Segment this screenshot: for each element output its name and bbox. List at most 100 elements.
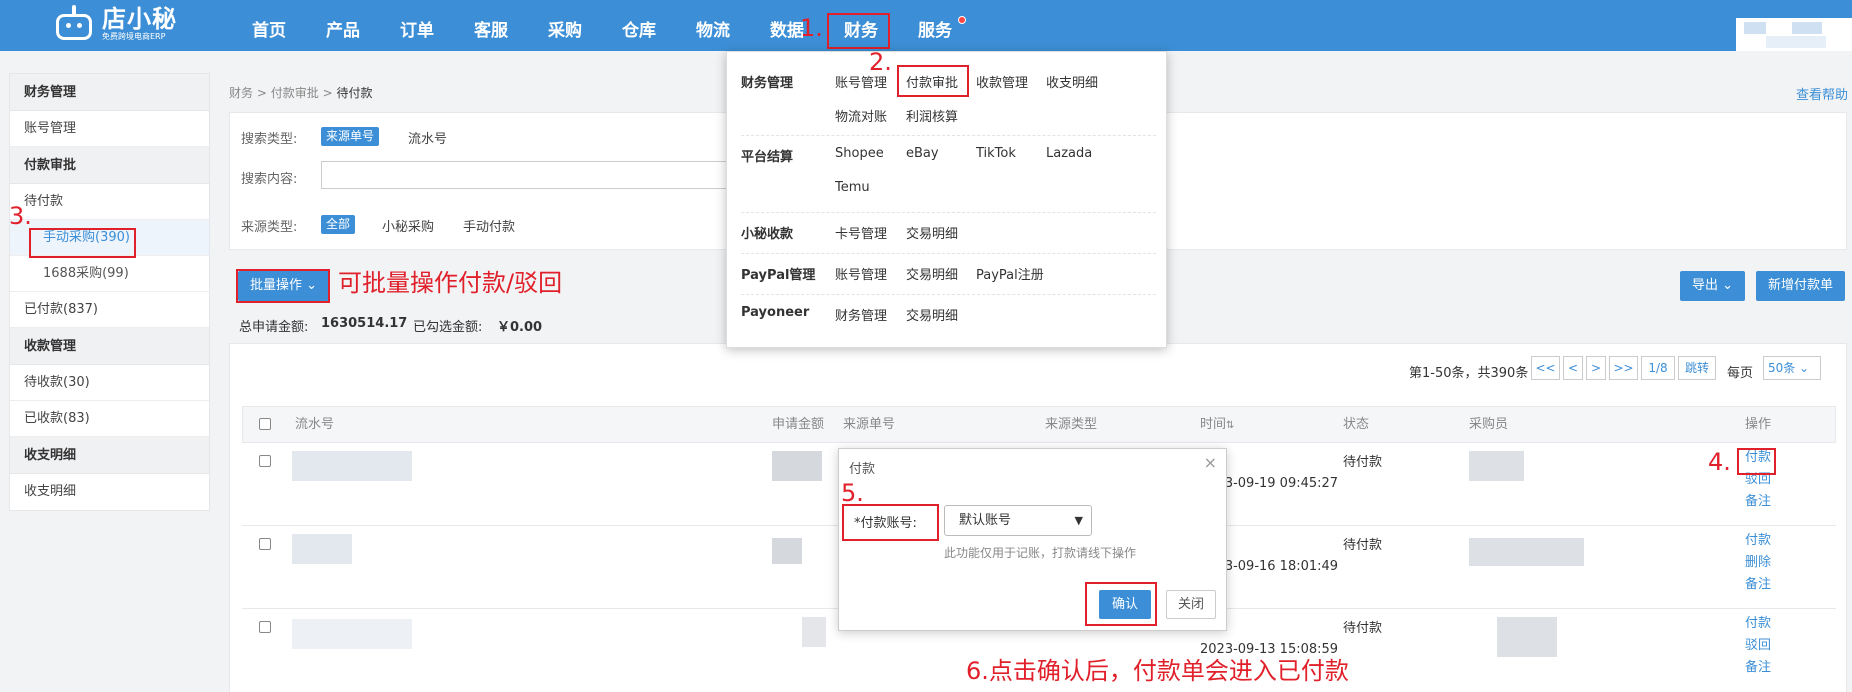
annotation-step4: 4. bbox=[1708, 448, 1731, 476]
sidebar-item-pending-receipt[interactable]: 待收款(30) bbox=[10, 365, 209, 401]
dialog-title: 付款 bbox=[849, 462, 876, 477]
sidebar-item-1688-purchase[interactable]: 1688采购(99) bbox=[10, 256, 209, 292]
sidebar-group-ledger: 收支明细 bbox=[10, 437, 209, 474]
payment-account-select[interactable]: 默认账号 ▼ bbox=[944, 505, 1092, 536]
pagination-info: 第1-50条，共390条 bbox=[1409, 366, 1529, 381]
sidebar-group-payment-approval: 付款审批 bbox=[10, 147, 209, 184]
user-account-area[interactable] bbox=[1736, 18, 1852, 51]
close-icon[interactable]: × bbox=[1204, 453, 1217, 472]
annotation-step5: 5. bbox=[841, 479, 864, 507]
top-navbar: 店小秘 免费跨境电商ERP 首页 产品 订单 客服 采购 仓库 物流 数据 财务… bbox=[0, 0, 1852, 51]
page-first-button[interactable]: << bbox=[1531, 356, 1560, 380]
remark-link[interactable]: 备注 bbox=[1745, 657, 1771, 679]
dropdown-link-receivables[interactable]: 收款管理 bbox=[976, 72, 1028, 91]
page-indicator[interactable]: 1/8 bbox=[1641, 356, 1675, 380]
highlight-payment-approval bbox=[897, 65, 969, 97]
col-time[interactable]: 时间⇅ bbox=[1200, 406, 1234, 443]
pay-link[interactable]: 付款 bbox=[1745, 530, 1771, 552]
sidebar-item-ledger[interactable]: 收支明细 bbox=[10, 474, 209, 510]
breadcrumb-payment-approval[interactable]: 付款审批 bbox=[271, 86, 319, 100]
total-amount-value: 1630514.17 bbox=[321, 316, 408, 331]
table-header bbox=[242, 406, 1836, 443]
dropdown-link-payoneer-transactions[interactable]: 交易明细 bbox=[906, 305, 958, 324]
nav-home[interactable]: 首页 bbox=[232, 0, 306, 51]
sidebar-item-paid[interactable]: 已付款(837) bbox=[10, 292, 209, 328]
highlight-batch-button bbox=[236, 269, 330, 303]
source-type-manual[interactable]: 手动付款 bbox=[463, 216, 515, 235]
nav-orders[interactable]: 订单 bbox=[380, 0, 454, 51]
breadcrumb-finance[interactable]: 财务 bbox=[229, 86, 253, 100]
source-type-all[interactable]: 全部 bbox=[321, 215, 356, 234]
select-all-checkbox[interactable] bbox=[259, 418, 271, 430]
export-button[interactable]: 导出 ⌄ bbox=[1680, 271, 1746, 301]
logo-tagline: 免费跨境电商ERP bbox=[102, 32, 166, 41]
row-status: 待付款 bbox=[1343, 538, 1383, 553]
per-page-label: 每页 bbox=[1727, 366, 1754, 381]
dropdown-link-paypal-transactions[interactable]: 交易明细 bbox=[906, 264, 958, 283]
col-source-no: 来源单号 bbox=[843, 417, 896, 432]
nav-logistics[interactable]: 物流 bbox=[676, 0, 750, 51]
search-type-serial-no[interactable]: 流水号 bbox=[408, 128, 447, 147]
dropdown-link-paypal-account[interactable]: 账号管理 bbox=[835, 264, 887, 283]
dropdown-section-xiaomi: 小秘收款 卡号管理 交易明细 bbox=[741, 213, 1156, 254]
highlight-confirm-button bbox=[1085, 582, 1157, 626]
new-payment-button[interactable]: 新增付款单 bbox=[1756, 271, 1846, 301]
per-page-select[interactable]: 50条 ⌄ bbox=[1763, 356, 1821, 380]
sidebar-group-receivables: 收款管理 bbox=[10, 328, 209, 365]
dropdown-heading-payoneer: Payoneer bbox=[741, 305, 810, 320]
dropdown-link-paypal-register[interactable]: PayPal注册 bbox=[976, 264, 1044, 283]
remark-link[interactable]: 备注 bbox=[1745, 574, 1771, 596]
page-next-button[interactable]: > bbox=[1586, 356, 1606, 380]
highlight-account-label bbox=[842, 504, 939, 541]
nav-purchase[interactable]: 采购 bbox=[528, 0, 602, 51]
search-input[interactable] bbox=[321, 161, 761, 189]
delete-link[interactable]: 删除 bbox=[1745, 552, 1771, 574]
row-status: 待付款 bbox=[1343, 621, 1383, 636]
col-source-type: 来源类型 bbox=[1045, 417, 1098, 432]
close-button[interactable]: 关闭 bbox=[1166, 590, 1216, 619]
nav-service[interactable]: 客服 bbox=[454, 0, 528, 51]
sidebar-item-account[interactable]: 账号管理 bbox=[10, 111, 209, 147]
page-prev-button[interactable]: < bbox=[1563, 356, 1583, 380]
total-amount-label: 总申请金额: bbox=[239, 320, 309, 335]
sidebar-item-pending-payment[interactable]: 待付款 bbox=[10, 184, 209, 220]
col-buyer: 采购员 bbox=[1469, 417, 1509, 432]
pay-link[interactable]: 付款 bbox=[1745, 613, 1771, 635]
payment-account-value: 默认账号 bbox=[959, 513, 1012, 528]
source-type-xiaomi[interactable]: 小秘采购 bbox=[382, 216, 434, 235]
logo[interactable]: 店小秘 免费跨境电商ERP bbox=[52, 4, 177, 44]
breadcrumb-current: 待付款 bbox=[336, 86, 373, 100]
dropdown-link-profit[interactable]: 利润核算 bbox=[906, 106, 958, 125]
reject-link[interactable]: 驳回 bbox=[1745, 635, 1771, 657]
page-jump-button[interactable]: 跳转 bbox=[1678, 356, 1716, 380]
dropdown-link-logistics-recon[interactable]: 物流对账 bbox=[835, 106, 887, 125]
amount-redacted bbox=[772, 538, 802, 564]
dropdown-link-card[interactable]: 卡号管理 bbox=[835, 223, 887, 242]
export-label: 导出 bbox=[1692, 278, 1719, 293]
dropdown-link-payoneer-finance[interactable]: 财务管理 bbox=[835, 305, 887, 324]
highlight-manual-purchase bbox=[29, 228, 136, 258]
page-last-button[interactable]: >> bbox=[1609, 356, 1638, 380]
col-status: 状态 bbox=[1343, 417, 1370, 432]
selected-amount-value: ￥0.00 bbox=[497, 320, 543, 335]
nav-services[interactable]: 服务 bbox=[898, 0, 972, 51]
annotation-step3: 3. bbox=[9, 202, 32, 230]
dropdown-link-transactions[interactable]: 交易明细 bbox=[906, 223, 958, 242]
help-link[interactable]: 查看帮助 bbox=[1796, 84, 1848, 103]
amount-redacted bbox=[772, 451, 822, 481]
amount-redacted bbox=[802, 617, 826, 647]
remark-link[interactable]: 备注 bbox=[1745, 491, 1771, 513]
per-page-value: 50条 bbox=[1768, 361, 1796, 375]
col-serial-no: 流水号 bbox=[295, 417, 335, 432]
nav-warehouse[interactable]: 仓库 bbox=[602, 0, 676, 51]
sidebar-item-received[interactable]: 已收款(83) bbox=[10, 401, 209, 437]
search-type-source-no[interactable]: 来源单号 bbox=[321, 127, 380, 146]
dropdown-link-ledger[interactable]: 收支明细 bbox=[1046, 72, 1098, 91]
row-checkbox[interactable] bbox=[259, 621, 271, 633]
row-checkbox[interactable] bbox=[259, 538, 271, 550]
sort-icon: ⇅ bbox=[1226, 420, 1235, 431]
row-checkbox[interactable] bbox=[259, 455, 271, 467]
dropdown-heading-paypal: PayPal管理 bbox=[741, 268, 816, 283]
nav-products[interactable]: 产品 bbox=[306, 0, 380, 51]
chevron-down-icon: ⌄ bbox=[1722, 278, 1734, 293]
